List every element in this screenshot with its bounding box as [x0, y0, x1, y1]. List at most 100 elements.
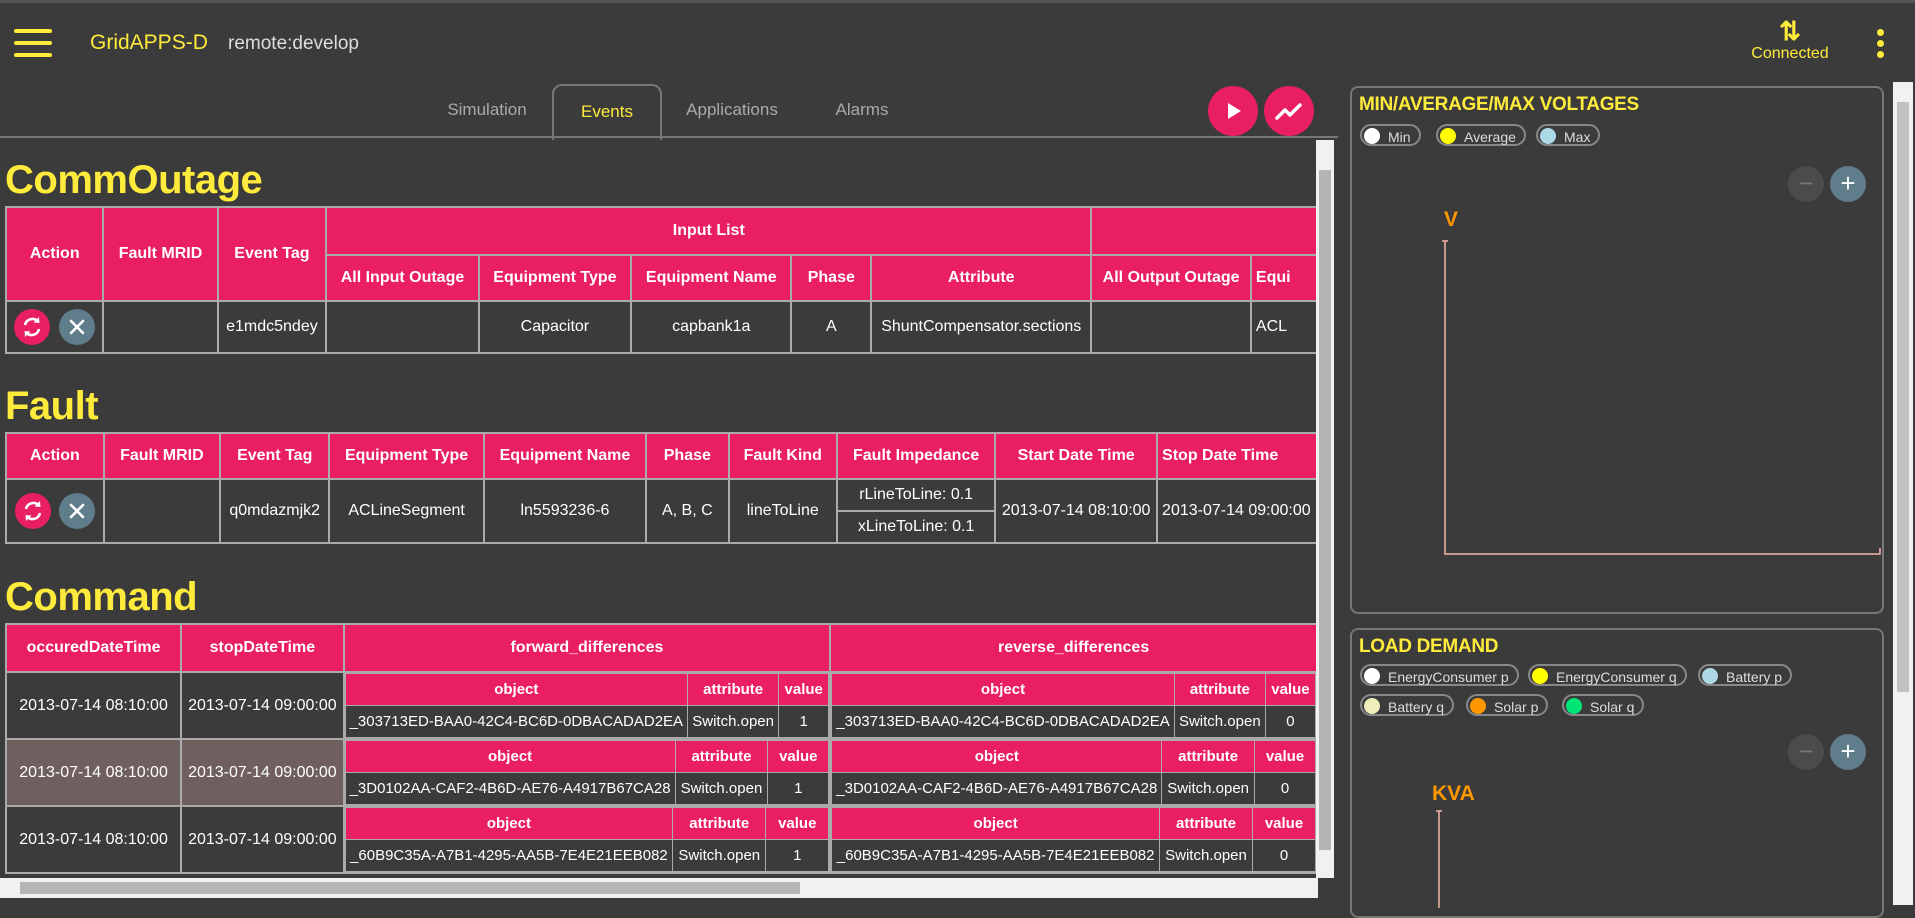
- zoom-out-button[interactable]: −: [1788, 166, 1824, 202]
- stop-date-time-cell: 2013-07-14 09:00:00: [180, 805, 345, 874]
- col-object: object: [831, 740, 1163, 773]
- voltage-chart-panel: MIN/AVERAGE/MAX VOLTAGES Min Average Max…: [1350, 86, 1884, 614]
- zoom-in-button[interactable]: +: [1830, 734, 1866, 770]
- voltage-chart-title: MIN/AVERAGE/MAX VOLTAGES: [1359, 94, 1639, 115]
- forward-differences-cell: object attribute value _60B9C35A-A7B1-4295…: [342, 805, 832, 874]
- menu-icon[interactable]: [14, 29, 52, 59]
- chart-button[interactable]: [1264, 86, 1314, 136]
- stop-date-time-cell: 2013-07-14 09:00:00: [180, 738, 345, 807]
- col-equipment-truncated: Equi: [1249, 254, 1318, 302]
- occured-date-time-cell: 2013-07-14 08:10:00: [4, 738, 183, 807]
- value-cell: 1: [765, 839, 830, 872]
- col-fault-impedance: Fault Impedance: [835, 432, 997, 480]
- content-vertical-scrollbar[interactable]: [1316, 140, 1334, 878]
- environment-label: remote:develop: [228, 33, 359, 54]
- action-cell: [4, 300, 105, 354]
- col-stop-date-time: stopDateTime: [180, 623, 345, 673]
- connection-status[interactable]: ⇅ Connected: [1745, 17, 1835, 63]
- fault-kind-cell: lineToLine: [727, 478, 838, 544]
- col-object: object: [344, 807, 674, 840]
- swap-vertical-icon: ⇅: [1779, 16, 1801, 46]
- col-value: value: [1252, 807, 1316, 840]
- minus-icon: −: [1798, 168, 1814, 198]
- value-cell: 1: [778, 705, 830, 738]
- refresh-button[interactable]: [14, 493, 51, 529]
- col-all-output-outage: All Output Outage: [1090, 254, 1252, 302]
- equipment-type-cell: ACLineSegment: [328, 478, 485, 544]
- attribute-cell: Switch.open: [674, 772, 769, 805]
- value-cell: 0: [1264, 705, 1317, 738]
- reverse-differences-cell: object attribute value _60B9C35A-A7B1-4295…: [829, 805, 1318, 874]
- col-equipment-type: Equipment Type: [328, 432, 485, 480]
- col-attribute: attribute: [1173, 673, 1266, 706]
- tab-alarms[interactable]: Alarms: [812, 84, 912, 136]
- legend-average[interactable]: Average: [1436, 124, 1526, 146]
- impedance-x-cell: xLineToLine: 0.1: [835, 510, 997, 544]
- tab-applications[interactable]: Applications: [668, 84, 796, 136]
- plus-icon: +: [1840, 168, 1856, 198]
- refresh-icon: [24, 501, 41, 521]
- legend-energyconsumer-p[interactable]: EnergyConsumer p: [1360, 664, 1519, 686]
- legend-solar-q[interactable]: Solar q: [1562, 694, 1645, 716]
- load-demand-title: LOAD DEMAND: [1359, 636, 1499, 657]
- play-button[interactable]: [1208, 86, 1258, 136]
- reverse-differences-cell: object attribute value _303713ED-BAA0-42C4…: [829, 671, 1318, 740]
- zoom-in-button[interactable]: +: [1830, 166, 1866, 202]
- connection-status-label: Connected: [1751, 45, 1829, 62]
- legend-max[interactable]: Max: [1536, 124, 1601, 146]
- stop-date-time-cell: 2013-07-14 09:00:00: [180, 671, 345, 740]
- object-cell: _303713ED-BAA0-42C4-BC6D-0DBACADAD2EA: [831, 705, 1175, 738]
- app-title: GridAPPS-D: [90, 31, 208, 54]
- col-action: Action: [4, 206, 105, 302]
- top-app-bar: GridAPPS-D remote:develop ⇅ Connected: [0, 0, 1915, 80]
- legend-solar-p[interactable]: Solar p: [1466, 694, 1549, 716]
- col-equipment-name: Equipment Name: [482, 432, 648, 480]
- tab-events[interactable]: Events: [552, 84, 662, 140]
- tab-simulation[interactable]: Simulation: [430, 84, 544, 136]
- fault-mrid-cell: [102, 300, 219, 354]
- col-object: object: [344, 673, 689, 706]
- col-phase: Phase: [790, 254, 873, 302]
- col-attribute: attribute: [1161, 740, 1255, 773]
- col-forward-differences: forward_differences: [342, 623, 832, 673]
- comm-outage-title: CommOutage: [5, 158, 263, 202]
- equipment-type-cell: Capacitor: [477, 300, 633, 354]
- col-attribute: attribute: [674, 740, 769, 773]
- all-output-outage-cell: [1090, 300, 1252, 354]
- content-horizontal-scrollbar[interactable]: [0, 878, 1318, 898]
- more-vert-icon[interactable]: [1877, 29, 1885, 62]
- value-cell: 0: [1254, 772, 1316, 805]
- voltage-chart-axes: [1442, 240, 1881, 555]
- equipment-name-cell: capbank1a: [630, 300, 793, 354]
- command-table: occuredDateTime stopDateTime forward_dif…: [4, 623, 1318, 874]
- col-input-list: Input List: [325, 206, 1093, 256]
- zoom-out-button[interactable]: −: [1788, 734, 1824, 770]
- impedance-r-cell: rLineToLine: 0.1: [835, 478, 997, 512]
- legend-energyconsumer-q[interactable]: EnergyConsumer q: [1528, 664, 1687, 686]
- col-equipment-type: Equipment Type: [477, 254, 633, 302]
- legend-battery-p[interactable]: Battery p: [1698, 664, 1793, 686]
- legend-battery-q[interactable]: Battery q: [1360, 694, 1455, 716]
- refresh-icon: [24, 317, 41, 337]
- table-row: 2013-07-14 08:10:00 2013-07-14 09:00:00 …: [4, 805, 1318, 874]
- start-date-time-cell: 2013-07-14 08:10:00: [994, 478, 1159, 544]
- legend-min[interactable]: Min: [1360, 124, 1421, 146]
- col-output-list: [1090, 206, 1318, 256]
- play-icon: [1228, 103, 1241, 119]
- attribute-cell: Switch.open: [1173, 705, 1266, 738]
- refresh-button[interactable]: [14, 309, 51, 345]
- phase-cell: A: [790, 300, 873, 354]
- attribute-cell: Switch.open: [1159, 839, 1253, 872]
- reverse-differences-cell: object attribute value _3D0102AA-CAF2-4B6D…: [829, 738, 1318, 807]
- col-value: value: [778, 673, 830, 706]
- page-vertical-scrollbar[interactable]: [1893, 82, 1913, 905]
- fault-mrid-cell: [102, 478, 222, 544]
- remove-button[interactable]: [58, 309, 95, 345]
- close-icon: [69, 503, 85, 519]
- tab-divider: [0, 136, 1338, 138]
- col-attribute: attribute: [672, 807, 767, 840]
- remove-button[interactable]: [59, 493, 96, 529]
- command-title: Command: [5, 575, 198, 619]
- main-tabs: Simulation Events Applications Alarms: [0, 80, 1338, 140]
- col-object: object: [344, 740, 676, 773]
